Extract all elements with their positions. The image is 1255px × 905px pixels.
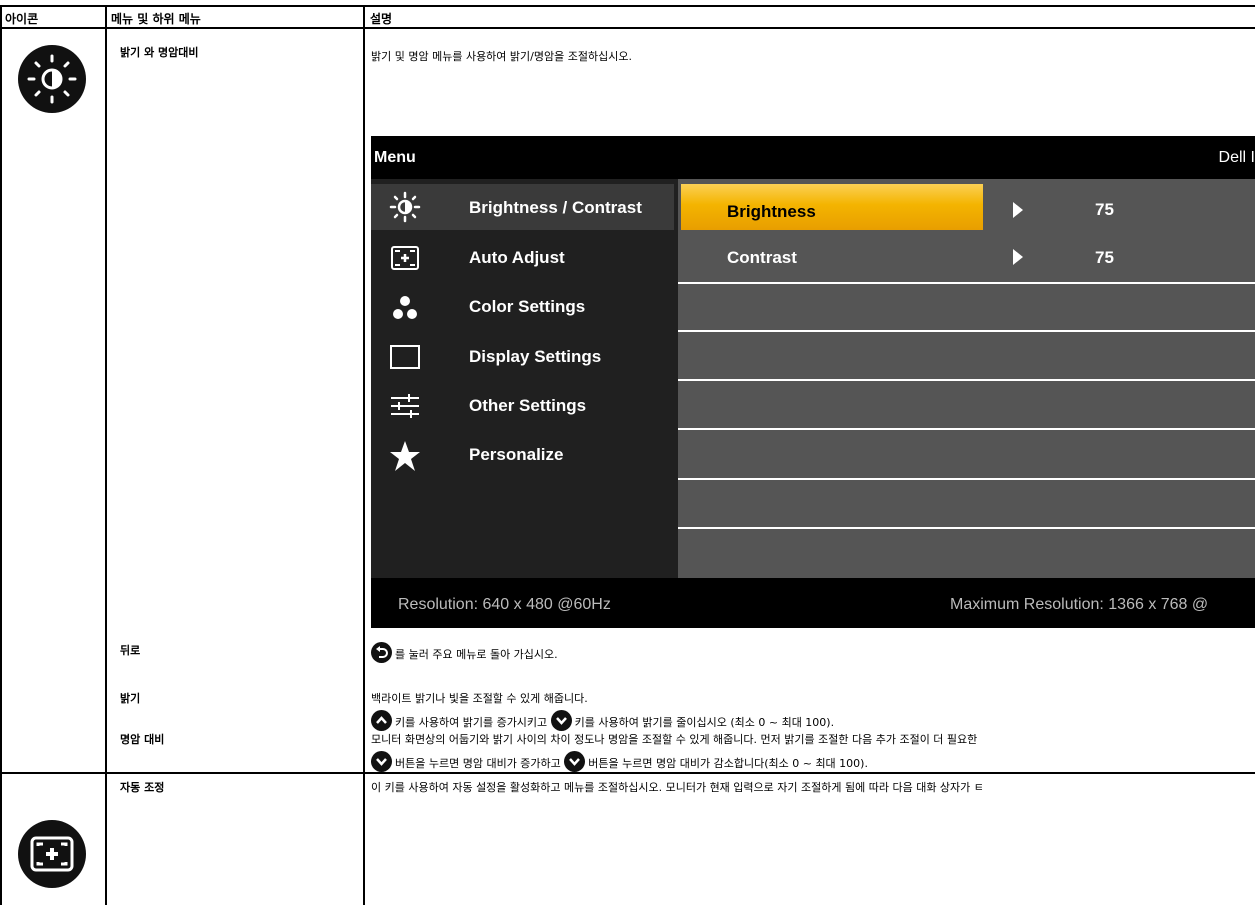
osd-separator xyxy=(678,478,1255,480)
osd-menu-item[interactable]: Brightness / Contrast xyxy=(469,198,642,218)
up-button-icon xyxy=(371,710,392,731)
back-description: 를 눌러 주요 메뉴로 돌아 가십시오. xyxy=(371,642,558,663)
auto-adjust-icon xyxy=(391,246,419,270)
osd-separator xyxy=(678,330,1255,332)
header-description: 설명 xyxy=(370,12,393,26)
color-dots-icon xyxy=(393,296,417,319)
back-text: 를 눌러 주요 메뉴로 돌아 가십시오. xyxy=(395,648,558,661)
contrast-down-text: 버튼을 누르면 명암 대비가 감소합니다(최소 0 ~ 최대 100). xyxy=(588,757,868,770)
brightness-description-2: 키를 사용하여 밝기를 증가시키고 키를 사용하여 밝기를 줄이십시오 (최소 … xyxy=(371,710,834,731)
osd-resolution: Resolution: 640 x 480 @60Hz xyxy=(398,596,611,613)
osd-brand: Dell I xyxy=(1218,149,1255,166)
header-divider xyxy=(0,27,1255,29)
osd-menu-item[interactable]: Display Settings xyxy=(469,347,601,367)
down-button-icon xyxy=(550,710,572,731)
contrast-description-2: 버튼을 누르면 명암 대비가 증가하고 버튼을 누르면 명암 대비가 감소합니다… xyxy=(371,751,868,772)
auto-adjust-icon xyxy=(18,820,86,888)
arrow-right-icon xyxy=(1013,249,1023,265)
brightness-icon xyxy=(389,191,421,223)
brightness-up-text: 키를 사용하여 밝기를 증가시키고 xyxy=(395,716,548,729)
star-icon xyxy=(390,441,420,471)
back-button-icon xyxy=(371,642,392,663)
header-icon: 아이콘 xyxy=(5,12,39,26)
sliders-icon xyxy=(391,394,419,418)
display-rect-icon xyxy=(390,345,420,369)
osd-submenu-item[interactable]: Contrast xyxy=(727,248,797,268)
down-button-icon xyxy=(564,751,586,772)
osd-max-resolution: Maximum Resolution: 1366 x 768 @ xyxy=(950,596,1209,613)
osd-menu-item[interactable]: Other Settings xyxy=(469,396,586,416)
down-button-icon xyxy=(371,751,392,772)
menu-label-brightness: 밝기 xyxy=(120,692,141,705)
osd-menu-item[interactable]: Personalize xyxy=(469,445,564,465)
osd-submenu-item[interactable]: Brightness xyxy=(727,202,816,222)
osd-separator xyxy=(678,527,1255,529)
contrast-up-text: 버튼을 누르면 명암 대비가 증가하고 xyxy=(395,757,561,770)
row-divider xyxy=(0,772,1255,774)
osd-titlebar xyxy=(371,136,1255,179)
contrast-description-1: 모니터 화면상의 어둡기와 밝기 사이의 차이 정도나 명암을 조절할 수 있게… xyxy=(371,733,978,746)
menu-label-back: 뒤로 xyxy=(120,644,141,657)
menu-title-brightness-contrast: 밝기 와 명암대비 xyxy=(120,46,199,59)
brightness-down-text: 키를 사용하여 밝기를 줄이십시오 (최소 0 ~ 최대 100). xyxy=(574,716,835,729)
osd-submenu-value: 75 xyxy=(1095,200,1114,219)
brightness-description-1: 백라이트 밝기나 빛을 조절할 수 있게 해줍니다. xyxy=(371,692,588,705)
osd-submenu-value: 75 xyxy=(1095,248,1114,267)
osd-screenshot: Menu Dell I Brightness / Contrast Auto A… xyxy=(371,136,1255,628)
brightness-icon xyxy=(18,45,86,113)
column-divider xyxy=(363,5,365,905)
column-divider xyxy=(105,5,107,905)
osd-separator xyxy=(678,379,1255,381)
table-left-border xyxy=(0,5,2,905)
osd-separator xyxy=(678,282,1255,284)
osd-menu-item[interactable]: Color Settings xyxy=(469,297,585,317)
table-top-border xyxy=(0,5,1255,7)
brightness-contrast-description: 밝기 및 명암 메뉴를 사용하여 밝기/명암을 조절하십시오. xyxy=(371,50,632,63)
osd-separator xyxy=(678,428,1255,430)
menu-label-contrast: 명암 대비 xyxy=(120,733,165,746)
arrow-right-icon xyxy=(1013,202,1023,218)
header-menu: 메뉴 및 하위 메뉴 xyxy=(111,12,201,26)
auto-adjust-description: 이 키를 사용하여 자동 설정을 활성화하고 메뉴를 조절하십시오. 모니터가 … xyxy=(371,781,984,794)
menu-title-auto-adjust: 자동 조정 xyxy=(120,781,165,794)
osd-menu-item[interactable]: Auto Adjust xyxy=(469,248,565,268)
osd-title: Menu xyxy=(374,149,416,166)
